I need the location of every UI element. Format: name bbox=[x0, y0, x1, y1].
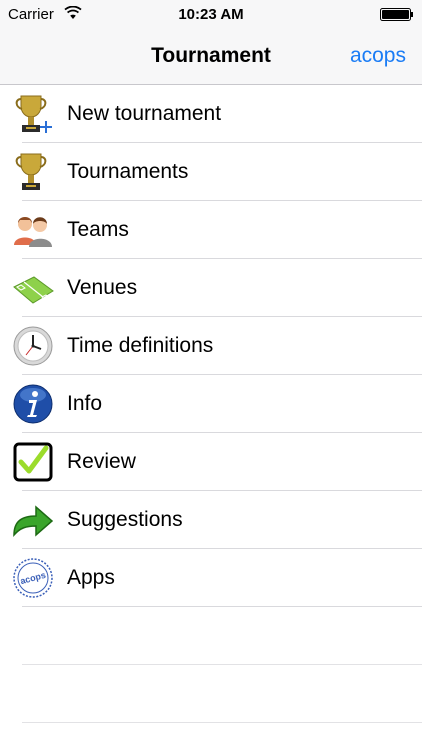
menu-list: New tournament Tournaments Teams Venues … bbox=[0, 85, 422, 723]
status-time: 10:23 AM bbox=[178, 6, 244, 23]
empty-row bbox=[0, 607, 422, 665]
svg-text:acops: acops bbox=[19, 570, 47, 586]
row-separator bbox=[22, 722, 422, 723]
menu-item-label: New tournament bbox=[67, 102, 222, 125]
navigation-bar: Carrier 10:23 AM Tournament acops bbox=[0, 0, 422, 85]
menu-item-info[interactable]: Info bbox=[0, 375, 422, 433]
menu-item-label: Apps bbox=[67, 566, 115, 589]
menu-item-label: Review bbox=[67, 450, 136, 473]
menu-item-label: Venues bbox=[67, 276, 138, 299]
menu-item-suggestions[interactable]: Suggestions bbox=[0, 491, 422, 549]
menu-item-venues[interactable]: Venues bbox=[0, 259, 422, 317]
checkbox-icon bbox=[13, 442, 53, 482]
trophy-icon bbox=[15, 153, 47, 190]
menu-item-time-definitions[interactable]: Time definitions bbox=[0, 317, 422, 375]
menu-item-apps[interactable]: acops Apps bbox=[0, 549, 422, 607]
field-icon bbox=[13, 276, 54, 304]
menu-item-teams[interactable]: Teams bbox=[0, 201, 422, 259]
menu-item-label: Time definitions bbox=[67, 334, 214, 357]
empty-row bbox=[0, 665, 422, 723]
menu-item-label: Info bbox=[67, 392, 103, 415]
menu-item-tournaments[interactable]: Tournaments bbox=[0, 143, 422, 201]
menu-item-label: Suggestions bbox=[67, 508, 183, 531]
battery-icon bbox=[380, 8, 413, 21]
status-bar: Carrier 10:23 AM bbox=[0, 0, 422, 28]
acops-stamp-icon: acops bbox=[13, 558, 53, 598]
arrow-icon bbox=[13, 505, 54, 538]
clock-icon bbox=[13, 326, 53, 366]
trophy-plus-icon bbox=[15, 95, 52, 133]
menu-item-label: Tournaments bbox=[67, 160, 189, 183]
info-icon bbox=[13, 384, 53, 424]
menu-item-new-tournament[interactable]: New tournament bbox=[0, 85, 422, 143]
acops-button[interactable]: acops bbox=[350, 44, 406, 68]
people-icon bbox=[14, 217, 52, 247]
menu-item-review[interactable]: Review bbox=[0, 433, 422, 491]
menu-item-label: Teams bbox=[67, 218, 129, 241]
